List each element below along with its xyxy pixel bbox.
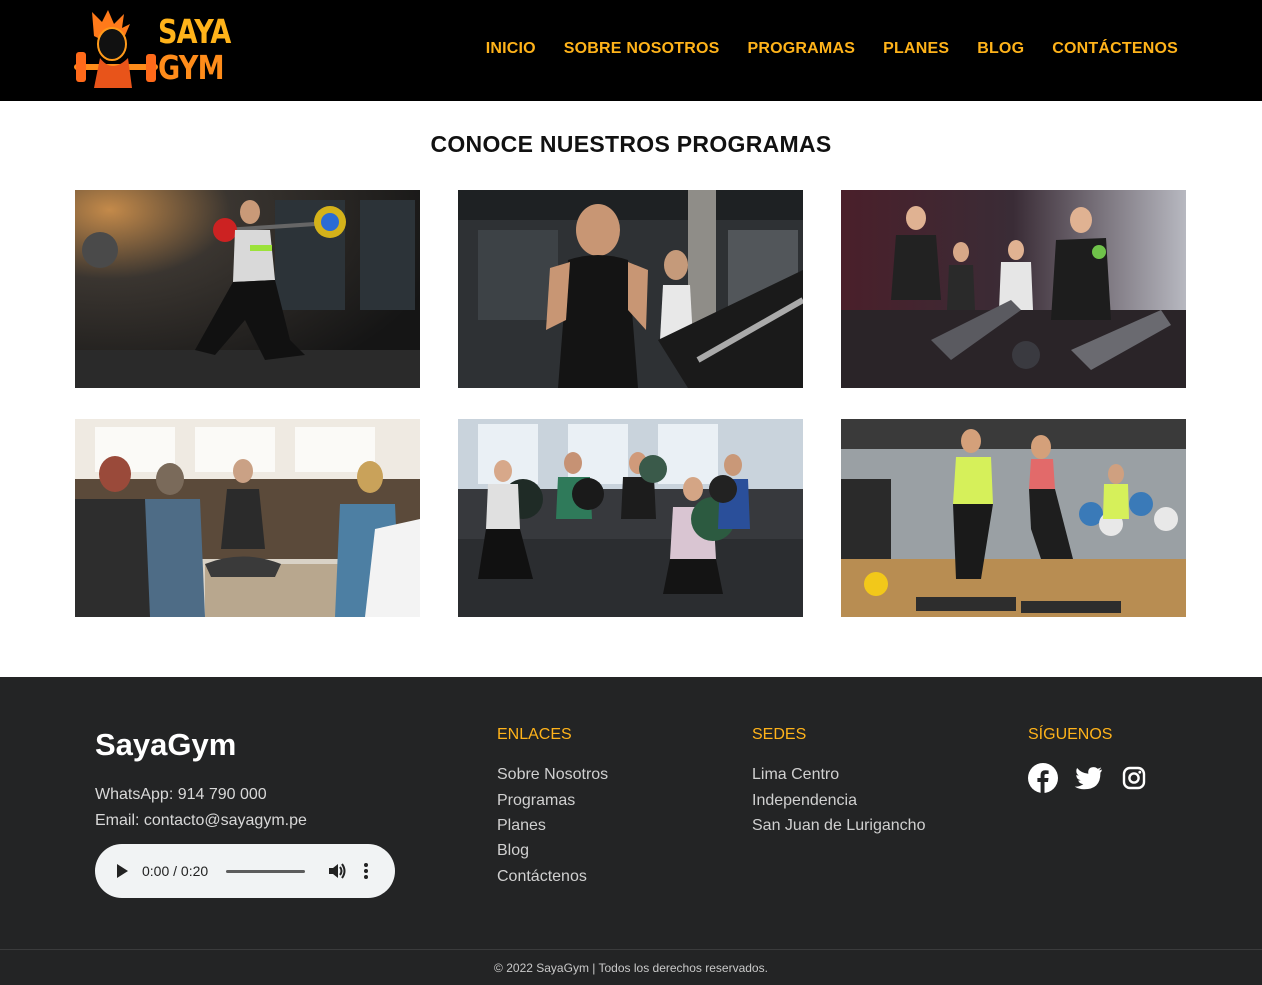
footer-brand: SayaGym — [95, 727, 237, 762]
logo-text-saya: SAYA — [158, 12, 231, 51]
more-options-icon[interactable] — [364, 862, 368, 880]
program-image-weightlifting[interactable] — [75, 190, 420, 388]
footer-link-sobre-nosotros[interactable]: Sobre Nosotros — [497, 766, 608, 784]
logo-text-gym: GYM — [158, 48, 225, 87]
program-image-step[interactable] — [841, 419, 1186, 617]
footer-email[interactable]: Email: contacto@sayagym.pe — [95, 812, 307, 830]
footer-link-programas[interactable]: Programas — [497, 792, 575, 810]
weightlifter-logo-icon — [74, 10, 158, 88]
volume-icon[interactable] — [327, 861, 347, 881]
nav-contactenos[interactable]: CONTÁCTENOS — [1052, 40, 1178, 58]
footer-link-blog[interactable]: Blog — [497, 842, 529, 860]
program-image-spinning[interactable] — [841, 190, 1186, 388]
nav-blog[interactable]: BLOG — [977, 40, 1024, 58]
audio-progress-slider[interactable] — [226, 870, 305, 873]
nav-planes[interactable]: PLANES — [883, 40, 949, 58]
program-image-cardio[interactable] — [458, 190, 803, 388]
locations-title: SEDES — [752, 726, 807, 743]
programs-title: CONOCE NUESTROS PROGRAMAS — [430, 131, 832, 157]
footer-link-contactenos[interactable]: Contáctenos — [497, 868, 587, 886]
copyright-text: © 2022 SayaGym | Todos los derechos rese… — [494, 961, 768, 975]
audio-time: 0:00 / 0:20 — [142, 863, 209, 879]
site-header: SAYA GYM INICIO SOBRE NOSOTROS PROGRAMAS… — [0, 0, 1262, 101]
program-image-yoga[interactable] — [75, 419, 420, 617]
instagram-icon[interactable] — [1119, 763, 1149, 793]
location-san-juan-de-lurigancho[interactable]: San Juan de Lurigancho — [752, 817, 925, 835]
nav-sobre-nosotros[interactable]: SOBRE NOSOTROS — [564, 40, 720, 58]
main-nav: INICIO SOBRE NOSOTROS PROGRAMAS PLANES B… — [486, 40, 1178, 58]
facebook-icon[interactable] — [1028, 763, 1058, 793]
links-title: ENLACES — [497, 726, 572, 743]
site-footer: SayaGym WhatsApp: 914 790 000 Email: con… — [0, 677, 1262, 985]
footer-link-planes[interactable]: Planes — [497, 817, 546, 835]
sayagym-logo[interactable]: SAYA GYM — [72, 8, 238, 94]
audio-player: 0:00 / 0:20 — [95, 844, 395, 898]
social-title: SÍGUENOS — [1028, 726, 1113, 743]
program-image-functional[interactable] — [458, 419, 803, 617]
footer-divider — [0, 949, 1262, 950]
location-lima-centro[interactable]: Lima Centro — [752, 766, 839, 784]
nav-inicio[interactable]: INICIO — [486, 40, 536, 58]
play-icon[interactable] — [117, 864, 128, 878]
location-independencia[interactable]: Independencia — [752, 792, 857, 810]
footer-whatsapp: WhatsApp: 914 790 000 — [95, 786, 267, 803]
nav-programas[interactable]: PROGRAMAS — [748, 40, 856, 58]
twitter-icon[interactable] — [1073, 763, 1103, 793]
